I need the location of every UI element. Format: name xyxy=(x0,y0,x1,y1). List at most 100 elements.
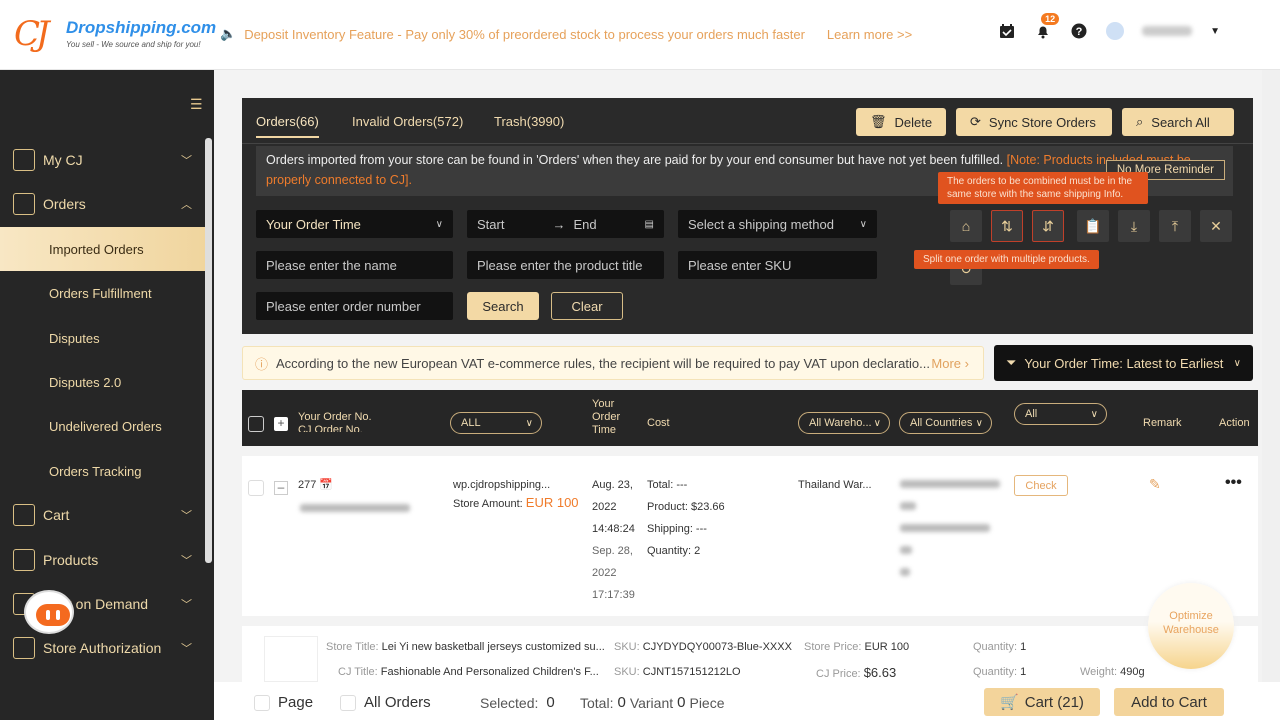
sidebar-sub-orders-fulfillment[interactable]: Orders Fulfillment xyxy=(0,271,206,315)
search-all-button[interactable]: ⌕ Search All xyxy=(1122,108,1234,136)
delete-order-list-icon[interactable]: ✕ xyxy=(1200,210,1232,242)
row-checkbox[interactable] xyxy=(248,480,264,496)
bell-icon[interactable]: 12 xyxy=(1034,13,1060,40)
vat-notice: ⓘ According to the new European VAT e-co… xyxy=(242,346,984,380)
vat-more-link[interactable]: More › xyxy=(931,356,969,371)
product-thumbnail[interactable] xyxy=(264,636,318,682)
store-icon xyxy=(13,637,35,659)
help-icon[interactable]: ? xyxy=(1070,22,1088,40)
product-title-input[interactable]: Please enter the product title xyxy=(467,251,664,279)
tab-invalid-orders[interactable]: Invalid Orders(572) xyxy=(352,114,463,129)
date-range-picker[interactable]: Start → End ▤ xyxy=(467,210,664,238)
sort-select[interactable]: ⏷ Your Order Time: Latest to Earliest ∨ xyxy=(994,345,1253,381)
add-order-icon[interactable]: 📋 xyxy=(1077,210,1109,242)
caret-down-icon[interactable]: ▼ xyxy=(1210,26,1220,37)
sync-store-orders-button[interactable]: ⟳ Sync Store Orders xyxy=(956,108,1112,136)
learn-more-link[interactable]: Learn more >> xyxy=(827,27,912,42)
table-header: + Your Order No. CJ Order No. ALL ∨ Your … xyxy=(242,390,1258,446)
store-title-value: Lei Yi new basketball jerseys customized… xyxy=(381,641,605,653)
clipboard-icon xyxy=(13,193,35,215)
support-robot-button[interactable] xyxy=(22,588,78,640)
store-filter-value: ALL xyxy=(461,417,481,429)
select-all-orders[interactable]: All Orders xyxy=(340,694,431,711)
status-filter[interactable]: All ∨ xyxy=(1014,403,1107,425)
sidebar-sub-disputes-2[interactable]: Disputes 2.0 xyxy=(0,360,206,404)
sidebar-item-cart[interactable]: Cart ﹀ xyxy=(0,493,206,537)
sidebar-sub-undelivered-orders[interactable]: Undelivered Orders xyxy=(0,404,206,448)
store-price-label: Store Price: xyxy=(804,641,862,653)
name-input[interactable]: Please enter the name xyxy=(256,251,453,279)
country-filter[interactable]: All Countries ∨ xyxy=(899,412,992,434)
piece-count: 0 xyxy=(677,694,686,711)
sidebar-item-orders[interactable]: Orders ︿ xyxy=(0,182,206,226)
sku-label: SKU: xyxy=(614,641,640,653)
order-number-input[interactable]: Please enter order number xyxy=(256,292,453,320)
page-scrollbar[interactable] xyxy=(1262,70,1280,682)
sidebar-scrollbar[interactable] xyxy=(205,138,212,563)
sidebar-sub-disputes[interactable]: Disputes xyxy=(0,316,206,360)
speaker-icon: 🔈 xyxy=(220,26,237,41)
store-filter[interactable]: ALL ∨ xyxy=(450,412,542,434)
store-price: Store Price: EUR 100 xyxy=(804,641,909,653)
shipping-method-select[interactable]: Select a shipping method ∨ xyxy=(678,210,877,238)
tab-orders[interactable]: Orders(66) xyxy=(256,114,319,138)
tab-trash[interactable]: Trash(3990) xyxy=(494,114,564,129)
calendar-check-icon[interactable] xyxy=(998,22,1016,40)
footer-bar: Page All Orders Selected: 0 Total: 0 Vari… xyxy=(214,682,1280,720)
optimize-warehouse-button[interactable]: Optimize Warehouse xyxy=(1148,583,1234,669)
logo[interactable]: CJ Dropshipping.com You sell - We source… xyxy=(14,14,216,56)
sidebar-sub-orders-tracking[interactable]: Orders Tracking xyxy=(0,449,206,493)
delete-label: Delete xyxy=(894,114,933,130)
user-name[interactable] xyxy=(1142,26,1193,36)
order-note-icon[interactable]: 📅 xyxy=(319,479,333,491)
cost-total: Total: --- xyxy=(647,479,688,491)
cost-product: Product: $23.66 xyxy=(647,501,725,513)
collapse-row-icon[interactable]: – xyxy=(274,481,288,495)
clear-button[interactable]: Clear xyxy=(551,292,623,320)
select-all-checkbox[interactable] xyxy=(248,416,264,432)
cart-button[interactable]: 🛒 Cart (21) xyxy=(984,688,1100,716)
edit-remark-icon[interactable]: ✎ xyxy=(1149,476,1161,493)
slogan: You sell - We source and ship for you! xyxy=(66,40,201,49)
sidebar-item-products[interactable]: Products ﹀ xyxy=(0,538,206,582)
avatar[interactable] xyxy=(1106,22,1125,40)
selected-label: Selected: xyxy=(480,694,539,711)
sidebar-item-label: Orders xyxy=(43,196,86,212)
export-excel-icon[interactable]: ⤒ xyxy=(1159,210,1191,242)
split-order-icon[interactable]: ⇅ xyxy=(991,210,1023,242)
trash-icon: 🗑 xyxy=(870,114,887,129)
collapse-menu-icon[interactable]: ☰ xyxy=(190,96,203,113)
all-orders-checkbox[interactable] xyxy=(340,694,356,711)
end-date[interactable]: End xyxy=(573,217,596,232)
cart-icon: 🛒 xyxy=(1000,694,1019,711)
cj-price-label: CJ Price: xyxy=(816,668,861,680)
robot-icon xyxy=(26,592,72,632)
variant-count: 0 xyxy=(617,694,626,711)
select-page[interactable]: Page xyxy=(254,694,313,711)
page-checkbox[interactable] xyxy=(254,694,270,711)
start-date[interactable]: Start xyxy=(477,217,504,232)
sku-input[interactable]: Please enter SKU xyxy=(678,251,877,279)
table-row: – 277 📅 wp.cjdropshipping... Store Amoun… xyxy=(242,456,1258,616)
chevron-down-icon: ∨ xyxy=(859,218,867,230)
chevron-up-icon: ︿ xyxy=(181,199,192,211)
add-to-cart-button[interactable]: Add to Cart xyxy=(1114,688,1224,716)
notification-badge: 12 xyxy=(1041,13,1060,25)
warehouse-filter[interactable]: All Wareho... ∨ xyxy=(798,412,890,434)
delete-button[interactable]: 🗑 Delete xyxy=(856,108,946,136)
import-excel-icon[interactable]: ⤓ xyxy=(1118,210,1150,242)
check-button[interactable]: Check xyxy=(1014,475,1068,496)
status-filter-value: All xyxy=(1025,408,1038,420)
expand-all-icon[interactable]: + xyxy=(274,417,288,431)
cj-year: 2022 xyxy=(592,567,617,579)
search-button[interactable]: Search xyxy=(467,292,539,320)
select-placeholder: Select a shipping method xyxy=(688,216,834,232)
more-actions-icon[interactable]: ••• xyxy=(1225,474,1242,492)
edit-address-icon[interactable]: ⌂ xyxy=(950,210,982,242)
sidebar-item-my-cj[interactable]: My CJ ﹀ xyxy=(0,138,206,182)
store-amount-label: Store Amount: xyxy=(453,498,523,510)
order-time-type-select[interactable]: Your Order Time ∨ xyxy=(256,210,453,238)
combine-order-icon[interactable]: ⇵ xyxy=(1032,210,1064,242)
filter-sort-icon: ⏷ xyxy=(1006,355,1017,370)
sidebar-sub-imported-orders[interactable]: Imported Orders xyxy=(0,227,206,271)
